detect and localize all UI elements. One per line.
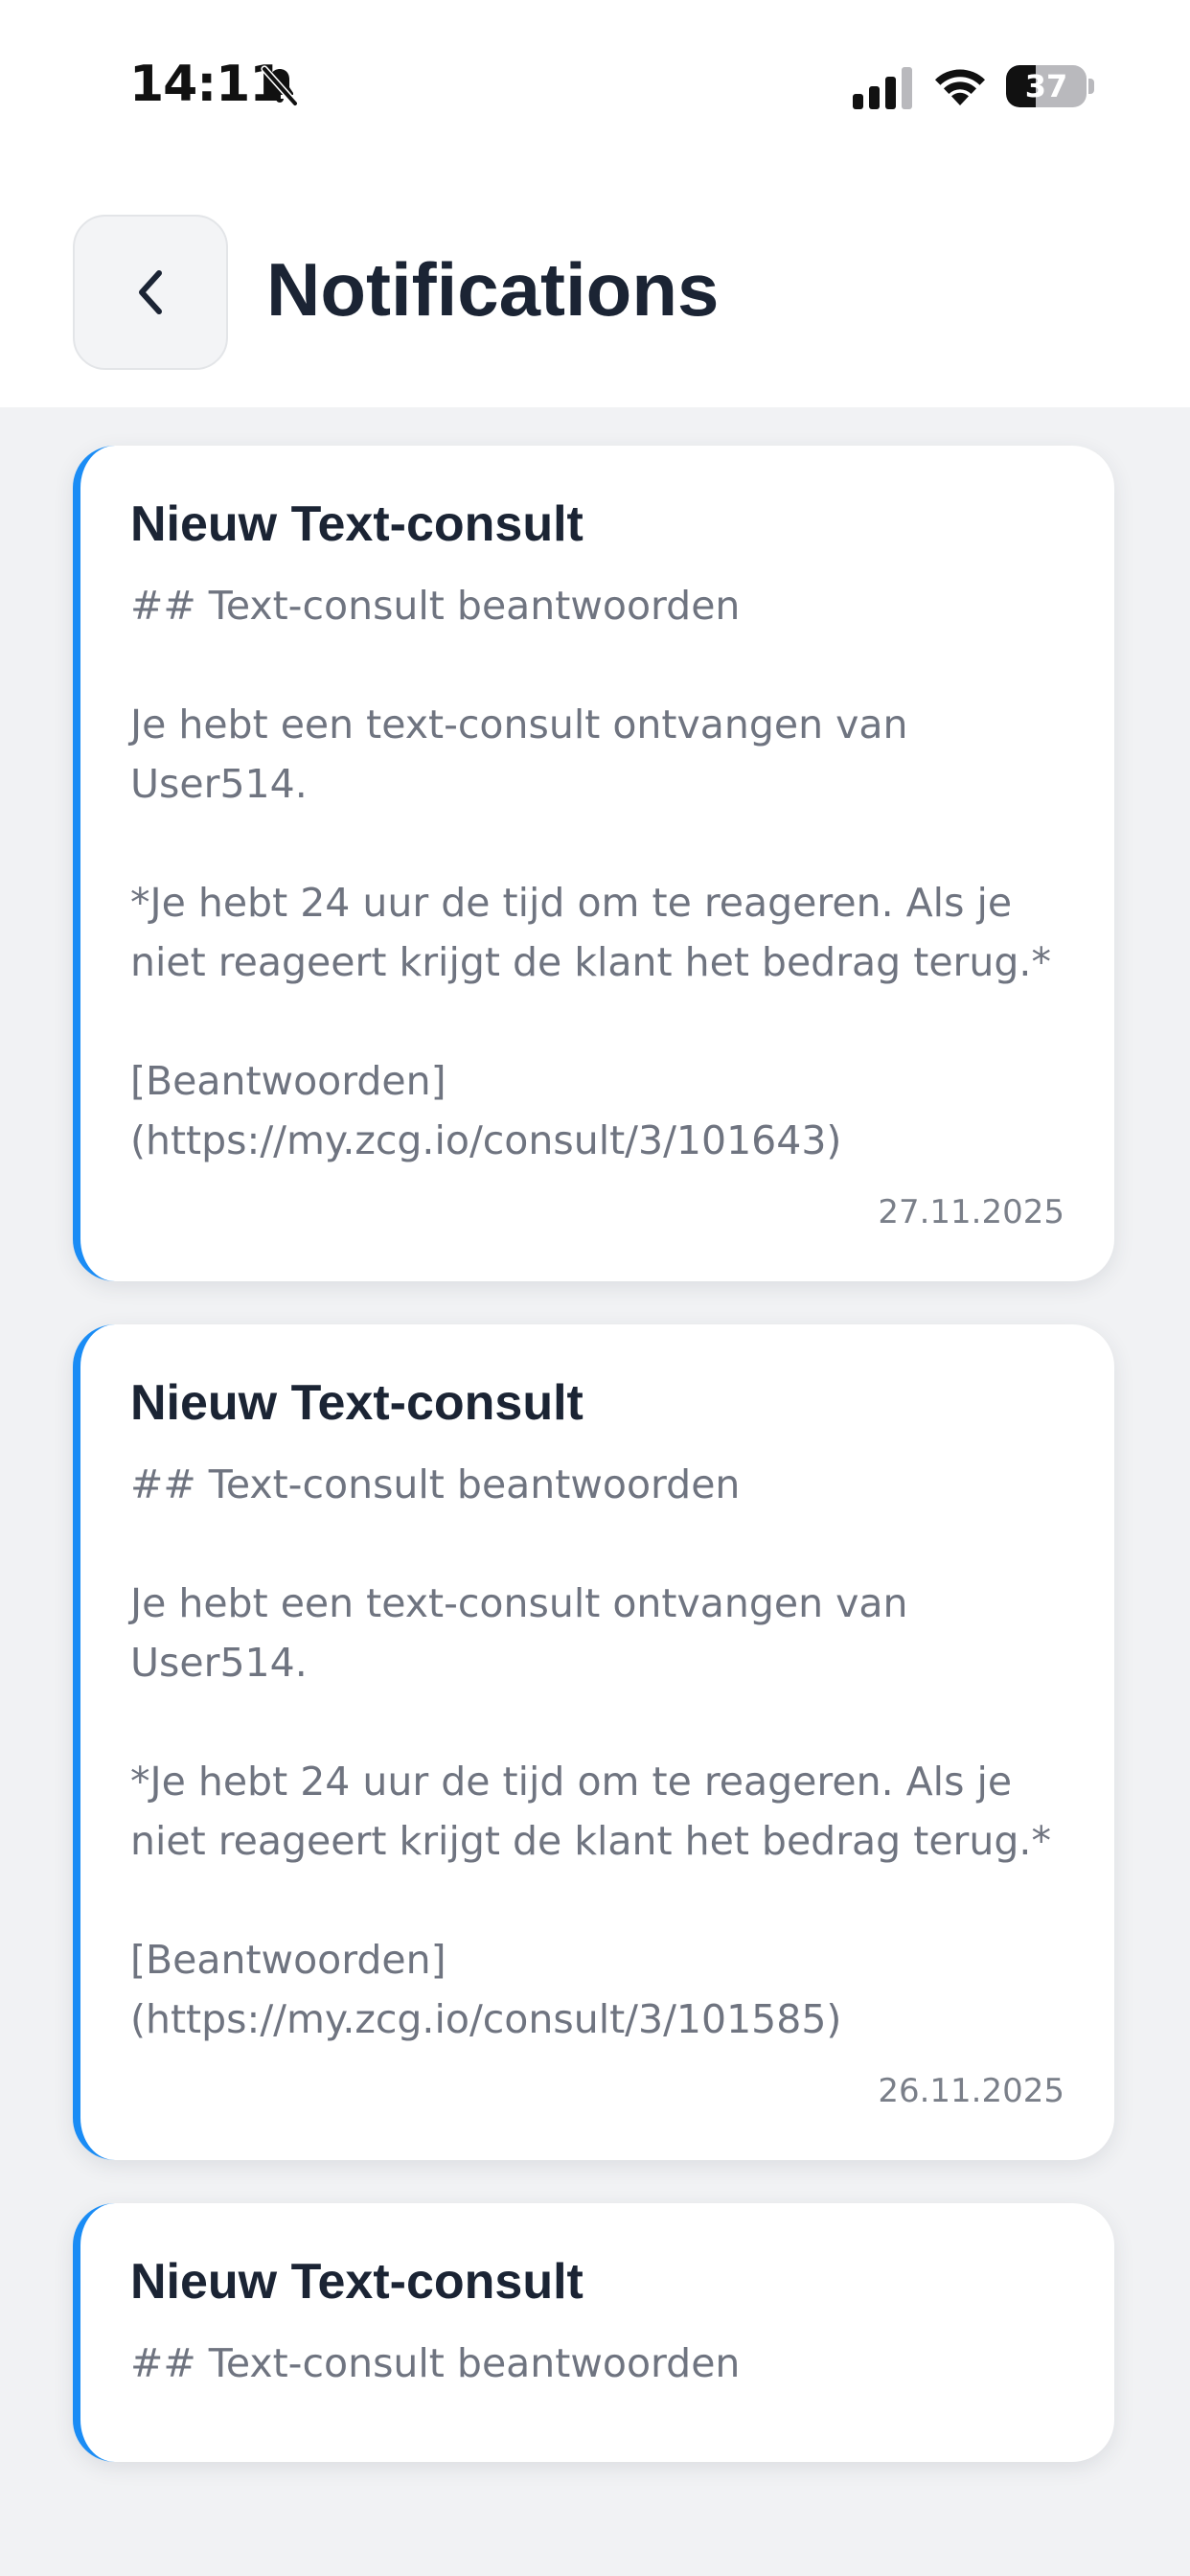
notification-body: ## Text-consult beantwoorden Je hebt een… bbox=[130, 1461, 1051, 2042]
signal-icon bbox=[853, 67, 912, 109]
notification-title: Nieuw Text-consult bbox=[130, 496, 584, 552]
battery-icon: 37 bbox=[1006, 65, 1087, 107]
notification-date: 27.11.2025 bbox=[878, 1193, 1064, 1231]
notification-card[interactable]: Nieuw Text-consult ## Text-consult beant… bbox=[73, 1324, 1114, 2160]
notification-card[interactable]: Nieuw Text-consult ## Text-consult beant… bbox=[73, 2203, 1114, 2462]
battery-level: 37 bbox=[1024, 68, 1068, 104]
notification-body: ## Text-consult beantwoorden Je hebt een… bbox=[130, 583, 1051, 1163]
header: Notifications bbox=[0, 172, 1190, 407]
wifi-icon bbox=[935, 69, 985, 105]
notification-card[interactable]: Nieuw Text-consult ## Text-consult beant… bbox=[73, 446, 1114, 1281]
bell-off-icon bbox=[261, 65, 299, 107]
notification-title: Nieuw Text-consult bbox=[130, 1375, 584, 1431]
back-button[interactable] bbox=[73, 215, 228, 370]
page-title: Notifications bbox=[266, 247, 720, 332]
notification-date: 26.11.2025 bbox=[878, 2072, 1064, 2110]
notification-list[interactable]: Nieuw Text-consult ## Text-consult beant… bbox=[0, 446, 1190, 2505]
notification-title: Nieuw Text-consult bbox=[130, 2254, 584, 2310]
status-bar: 14:11 37 bbox=[0, 0, 1190, 172]
notification-body: ## Text-consult beantwoorden bbox=[130, 2340, 741, 2386]
chevron-left-icon bbox=[139, 270, 162, 314]
battery-tip bbox=[1088, 79, 1094, 94]
